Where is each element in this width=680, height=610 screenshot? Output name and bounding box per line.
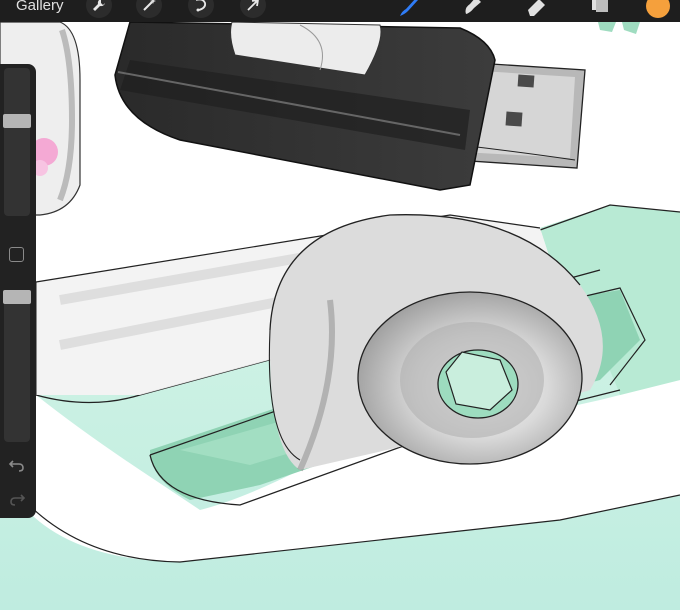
smudge-icon — [465, 0, 481, 14]
drawing-canvas[interactable] — [0, 0, 680, 610]
eraser-tool-button[interactable] — [524, 0, 550, 20]
opacity-thumb[interactable] — [3, 290, 31, 304]
layers-button[interactable] — [586, 0, 612, 20]
redo-icon — [10, 494, 26, 506]
opacity-slider[interactable] — [3, 290, 31, 442]
layers-icon — [592, 0, 608, 12]
undo-icon — [8, 460, 24, 472]
eraser-icon — [528, 0, 545, 16]
top-toolbar: Gallery — [0, 0, 680, 22]
selection-button[interactable] — [188, 0, 214, 18]
transform-arrow-icon — [247, 0, 259, 11]
gallery-button[interactable]: Gallery — [16, 0, 64, 16]
adjustments-button[interactable] — [136, 0, 162, 18]
redo-button[interactable] — [8, 490, 26, 508]
brush-size-thumb[interactable] — [3, 113, 31, 128]
undo-button[interactable] — [8, 456, 26, 474]
smudge-tool-button[interactable] — [460, 0, 486, 20]
actions-button[interactable] — [86, 0, 112, 18]
brush-tool-button[interactable] — [396, 0, 422, 20]
selection-icon — [196, 0, 207, 12]
brush-icon — [400, 0, 418, 16]
modify-square-icon[interactable] — [9, 247, 24, 262]
color-picker-button[interactable] — [646, 0, 670, 18]
brush-size-slider[interactable] — [3, 68, 31, 216]
transform-button[interactable] — [240, 0, 266, 18]
wrench-icon — [93, 0, 105, 11]
left-sidebar — [0, 64, 36, 518]
adjustments-magic-wand-icon — [143, 0, 156, 11]
